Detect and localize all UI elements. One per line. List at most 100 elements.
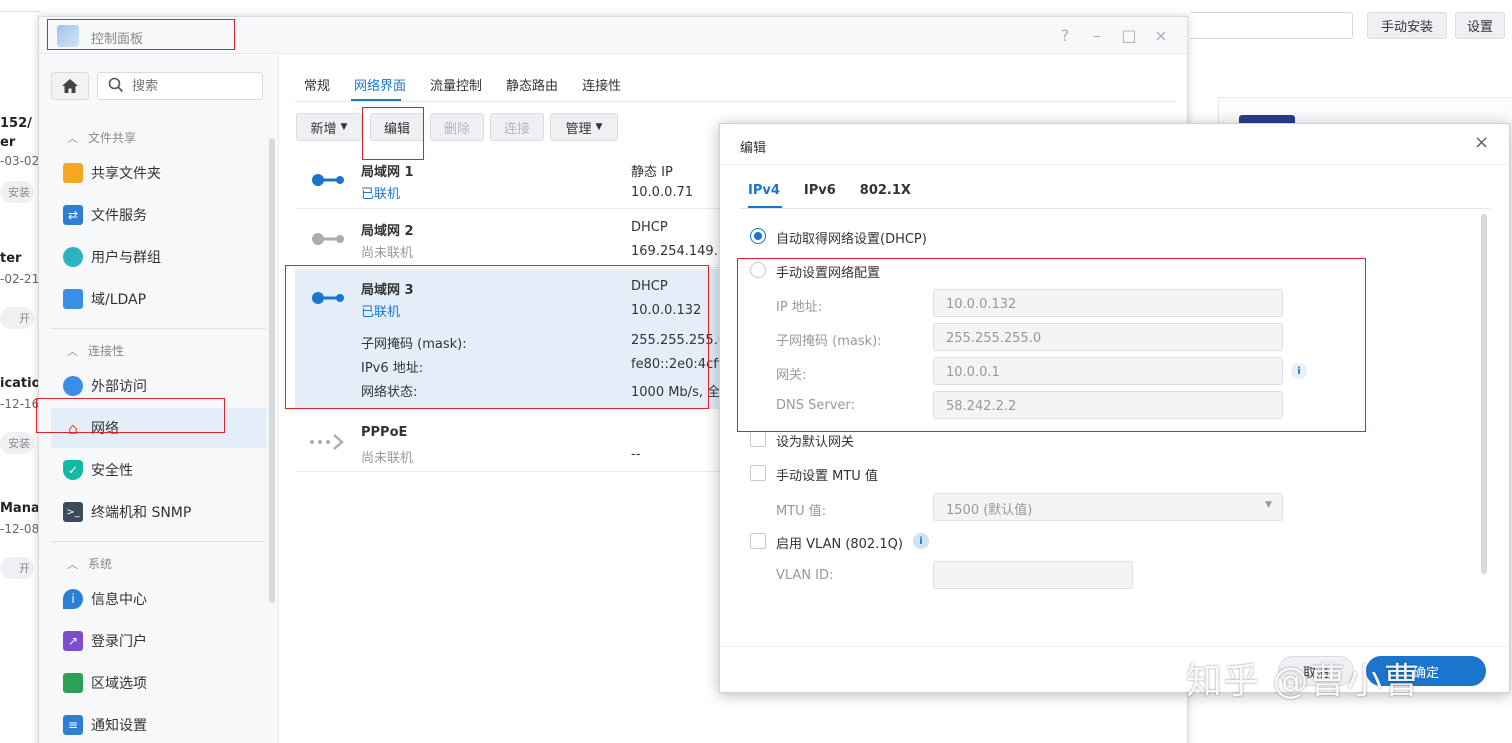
sidebar-item-user-group[interactable]: 用户与群组 xyxy=(39,237,267,277)
watermark: 知乎 @曹小曹 xyxy=(1186,661,1421,702)
sidebar-scrollbar[interactable] xyxy=(269,138,275,603)
dhcp-radio[interactable] xyxy=(750,228,766,244)
vlan-label: 启用 VLAN (802.1Q) xyxy=(776,537,903,552)
dialog-close-icon[interactable]: × xyxy=(1474,132,1489,153)
delete-button[interactable]: 删除 xyxy=(430,113,484,141)
package-date: -03-02 xyxy=(0,154,40,168)
package-action-button[interactable]: 开 xyxy=(0,557,34,579)
manual-mtu-checkbox[interactable] xyxy=(750,465,766,481)
sidebar-item-shared-folder[interactable]: 共享文件夹 xyxy=(39,153,267,193)
search-input[interactable] xyxy=(132,77,252,95)
vlan-id-input[interactable] xyxy=(946,567,1116,585)
background-search-field[interactable] xyxy=(1190,12,1353,39)
connect-button[interactable]: 连接 xyxy=(490,113,544,141)
tab-general[interactable]: 常规 xyxy=(304,75,330,99)
detail-label: 网络状态: xyxy=(361,385,418,400)
tab-connectivity[interactable]: 连接性 xyxy=(582,75,621,99)
new-button-label: 新增 xyxy=(310,121,337,137)
dialog-scrollbar[interactable] xyxy=(1481,214,1487,574)
gateway-input[interactable] xyxy=(946,363,1266,381)
sidebar-item-network[interactable]: ⌂ 网络 xyxy=(51,408,267,448)
caret-down-icon: ▼ xyxy=(1265,500,1272,510)
dns-server-input[interactable] xyxy=(946,397,1266,415)
minimize-icon[interactable]: – xyxy=(1087,26,1107,45)
subnet-mask-input[interactable] xyxy=(946,329,1266,347)
tab-traffic-control[interactable]: 流量控制 xyxy=(430,75,482,99)
edit-button[interactable]: 编辑 xyxy=(370,113,424,141)
sidebar-item-regional-options[interactable]: 区域选项 xyxy=(39,663,267,703)
section-system[interactable]: ︿ 系统 xyxy=(67,555,112,572)
sidebar-search[interactable] xyxy=(97,72,263,100)
detail-label: 子网掩码 (mask): xyxy=(361,337,467,352)
file-services-icon: ⇄ xyxy=(63,205,83,225)
info-icon[interactable]: i xyxy=(1291,363,1307,379)
tab-8021x[interactable]: 802.1X xyxy=(860,183,911,198)
section-file-sharing[interactable]: ︿ 文件共享 xyxy=(67,129,136,146)
package-date: -02-21 xyxy=(0,272,40,286)
section-connectivity[interactable]: ︿ 连接性 xyxy=(67,342,124,359)
package-title: icatio xyxy=(0,376,40,391)
sidebar-item-label: 终端机和 SNMP xyxy=(91,505,192,521)
sidebar-item-notifications[interactable]: ≡ 通知设置 xyxy=(39,705,267,743)
mtu-select[interactable]: ▼ xyxy=(933,493,1283,521)
detail-value: 255.255.255.0 xyxy=(631,333,721,348)
chevron-up-icon: ︿ xyxy=(67,345,78,358)
sidebar-item-file-services[interactable]: ⇄ 文件服务 xyxy=(39,195,267,235)
package-title: ter xyxy=(0,251,22,266)
network-disconnected-icon xyxy=(312,233,344,245)
interface-ip: 10.0.0.71 xyxy=(631,185,694,200)
manual-mtu-label: 手动设置 MTU 值 xyxy=(776,469,878,484)
new-button[interactable]: 新增 ▼ xyxy=(296,113,362,141)
manage-button[interactable]: 管理 ▼ xyxy=(550,113,618,141)
sidebar-item-login-portal[interactable]: ↗ 登录门户 xyxy=(39,621,267,661)
sidebar-item-label: 区域选项 xyxy=(91,676,147,692)
maximize-icon[interactable]: □ xyxy=(1119,26,1139,45)
sidebar-item-external-access[interactable]: 外部访问 xyxy=(39,366,267,406)
tab-ipv6[interactable]: IPv6 xyxy=(804,183,836,198)
help-icon[interactable]: ? xyxy=(1055,26,1075,45)
manual-config-radio[interactable] xyxy=(750,262,766,278)
sidebar-item-security[interactable]: ✓ 安全性 xyxy=(39,450,267,490)
sidebar-item-terminal-snmp[interactable]: >_ 终端机和 SNMP xyxy=(39,492,267,532)
active-tab-indicator xyxy=(748,206,782,208)
settings-button[interactable]: 设置 xyxy=(1455,12,1505,39)
section-label: 连接性 xyxy=(88,344,125,358)
interface-status: 已联机 xyxy=(361,305,401,320)
package-item: 152/ er -03-02 xyxy=(0,116,40,168)
sidebar-item-info-center[interactable]: i 信息中心 xyxy=(39,579,267,619)
vlan-id-label: VLAN ID: xyxy=(776,568,834,583)
ip-address-input[interactable] xyxy=(946,295,1266,313)
tab-network-interface[interactable]: 网络界面 xyxy=(354,75,406,99)
subnet-mask-label: 子网掩码 (mask): xyxy=(776,334,882,349)
package-action-button[interactable]: 开 xyxy=(0,307,34,329)
network-connected-icon xyxy=(312,292,344,304)
package-action-button[interactable]: 安装 xyxy=(0,432,34,454)
folder-icon xyxy=(63,163,83,183)
sidebar-divider xyxy=(51,541,266,542)
ip-address-field[interactable] xyxy=(933,289,1283,317)
mtu-select-value[interactable] xyxy=(946,499,1266,517)
manual-install-button[interactable]: 手动安装 xyxy=(1367,12,1447,39)
interface-status: 尚未联机 xyxy=(361,246,414,261)
default-gateway-checkbox[interactable] xyxy=(750,431,766,447)
sidebar-item-label: 通知设置 xyxy=(91,718,147,734)
chevron-up-icon: ︿ xyxy=(67,558,78,571)
close-icon[interactable]: × xyxy=(1151,26,1171,45)
sidebar-item-domain-ldap[interactable]: 域/LDAP xyxy=(39,279,267,319)
interface-status: 已联机 xyxy=(361,187,401,202)
dns-server-field[interactable] xyxy=(933,391,1283,419)
tab-static-route[interactable]: 静态路由 xyxy=(506,75,558,99)
interface-name: PPPoE xyxy=(361,425,408,440)
tab-ipv4[interactable]: IPv4 xyxy=(748,183,780,198)
gateway-field[interactable] xyxy=(933,357,1283,385)
info-icon[interactable]: i xyxy=(913,533,929,549)
network-home-icon: ⌂ xyxy=(67,418,79,438)
vlan-checkbox[interactable] xyxy=(750,533,766,549)
home-button[interactable] xyxy=(51,72,89,100)
sidebar-item-label: 共享文件夹 xyxy=(91,166,161,182)
chevron-up-icon: ︿ xyxy=(67,132,78,145)
package-action-button[interactable]: 安装 xyxy=(0,181,34,203)
vlan-id-field[interactable] xyxy=(933,561,1133,589)
subnet-mask-field[interactable] xyxy=(933,323,1283,351)
dialog-footer-divider xyxy=(720,646,1509,647)
